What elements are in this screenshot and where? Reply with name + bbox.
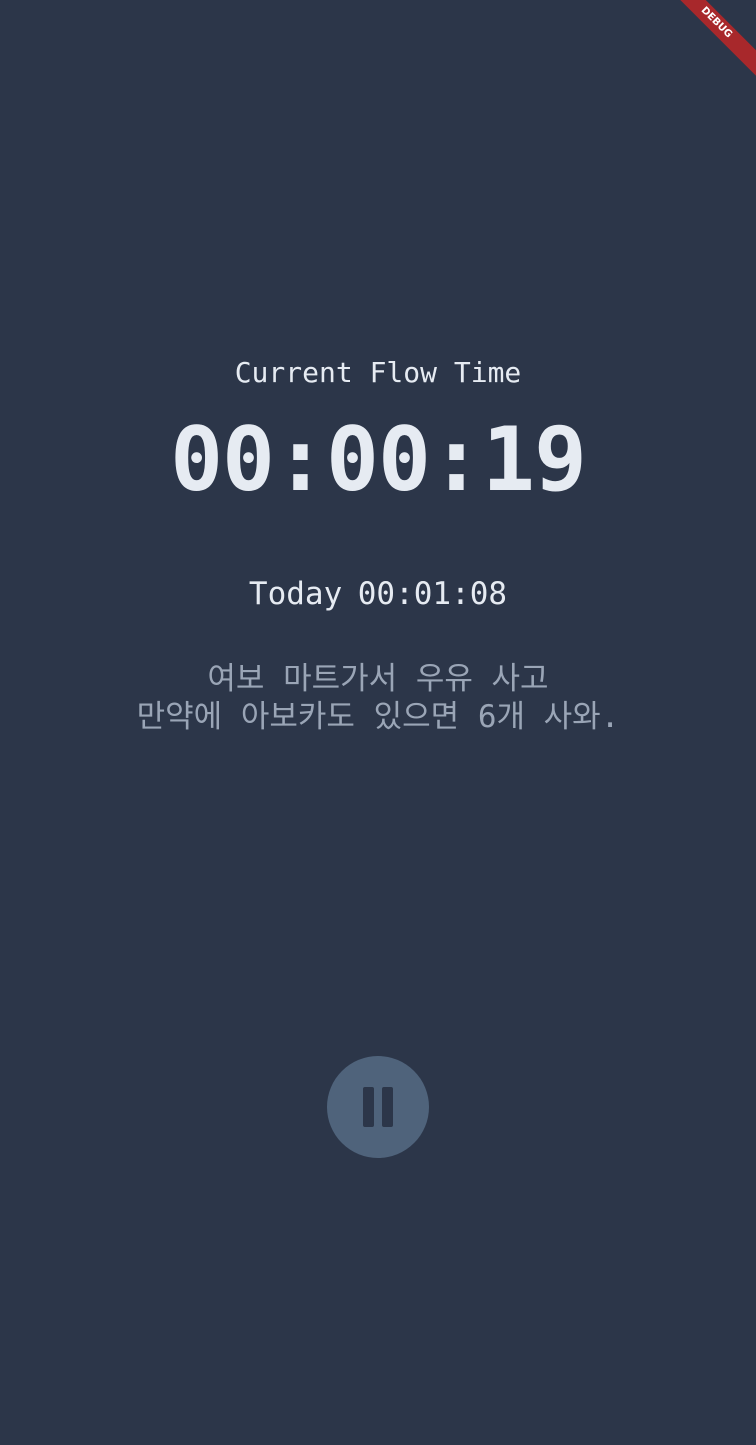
today-label: Today	[248, 576, 343, 612]
pause-button[interactable]	[327, 1056, 429, 1158]
memo-line-2: 만약에 아보카도 있으면 6개 사와.	[136, 699, 620, 735]
current-flow-time: 00:00:19	[170, 408, 587, 511]
current-flow-label: Current Flow Time	[234, 356, 522, 389]
debug-banner-label: DEBUG	[676, 0, 756, 80]
today-total: Today 00:01:08	[0, 575, 756, 613]
memo-line-1: 여보 마트가서 우유 사고	[207, 661, 549, 697]
today-time: 00:01:08	[357, 576, 508, 612]
memo-text: 여보 마트가서 우유 사고 만약에 아보카도 있으면 6개 사와.	[0, 660, 756, 736]
debug-banner: DEBUG	[676, 0, 756, 80]
